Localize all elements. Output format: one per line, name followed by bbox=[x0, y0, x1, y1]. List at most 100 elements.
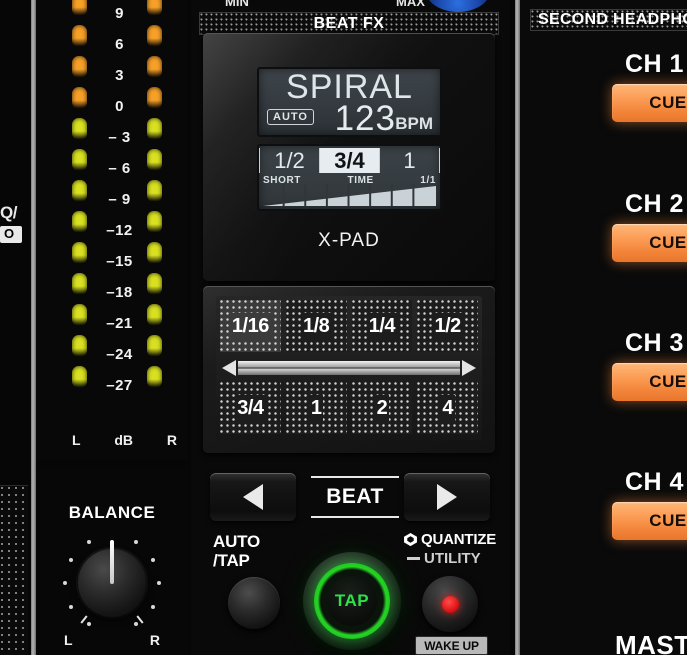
meter-segment bbox=[72, 0, 87, 16]
meter-segment bbox=[147, 273, 162, 295]
cue-button-label: CUE bbox=[649, 93, 687, 112]
cue-button-ch1[interactable]: CUE bbox=[612, 84, 687, 122]
x-pad-button[interactable]: 1/4 bbox=[351, 300, 413, 352]
x-pad-button[interactable]: 1/16 bbox=[220, 300, 281, 352]
quantize-row: QUANTIZE bbox=[403, 531, 496, 548]
second-headphones-header: SECOND HEADPHONES bbox=[530, 9, 687, 31]
level-meter-left bbox=[72, 0, 87, 397]
tempo-control-section: AUTO /TAP TAP QUANTIZE UTILITY WAKE UP bbox=[207, 528, 497, 655]
tap-button-housing[interactable]: TAP bbox=[303, 552, 401, 650]
bpm-value: 123 bbox=[334, 99, 396, 138]
dj-mixer-panel: Q/ O 9 6 3 0 – 3 – 6 – 9 –12 –15 –18 –21 –24 –27 L d… bbox=[0, 0, 687, 655]
balance-scale-dot bbox=[86, 540, 91, 545]
wake-up-label: WAKE UP bbox=[424, 638, 479, 653]
knob-min-label: MIN bbox=[225, 0, 249, 9]
x-pad-surface[interactable]: 1/16 1/8 1/4 1/2 3/4 1 2 4 bbox=[216, 296, 482, 440]
beat-decrement-button[interactable] bbox=[210, 473, 296, 521]
x-pad-button-label: 1/16 bbox=[229, 313, 271, 339]
x-pad-button[interactable]: 2 bbox=[351, 382, 413, 434]
balance-knob-area[interactable] bbox=[61, 532, 163, 634]
fx-level-knob[interactable] bbox=[425, 0, 491, 12]
balance-section: BALANCE L R bbox=[36, 470, 188, 655]
meter-segment bbox=[72, 211, 87, 233]
meter-segment bbox=[147, 366, 162, 388]
balance-end-tick bbox=[136, 615, 144, 624]
meter-segment bbox=[147, 335, 162, 357]
channel-title: CH 1 bbox=[625, 50, 684, 78]
meter-segment bbox=[147, 0, 162, 16]
meter-segment bbox=[147, 211, 162, 233]
meter-legend-left: L bbox=[72, 432, 81, 448]
meter-segment bbox=[147, 304, 162, 326]
meter-segment bbox=[72, 366, 87, 388]
meter-legend-db: dB bbox=[114, 432, 134, 448]
auto-tap-line1: AUTO bbox=[213, 532, 261, 551]
quantize-utility-button[interactable] bbox=[422, 576, 478, 632]
auto-badge: AUTO bbox=[267, 109, 314, 125]
balance-scale-dot bbox=[133, 540, 138, 545]
fx-lcd-time: 1/2 3/4 1 SHORT TIME 1/1 bbox=[257, 144, 442, 211]
utility-row: UTILITY bbox=[407, 550, 481, 567]
meter-segment bbox=[147, 149, 162, 171]
x-pad-row-bottom[interactable]: 3/4 1 2 4 bbox=[220, 382, 478, 434]
time-cell-selected[interactable]: 3/4 bbox=[320, 148, 380, 173]
balance-scale-dot bbox=[69, 557, 74, 562]
balance-scale-dot bbox=[150, 557, 155, 562]
balance-knob[interactable] bbox=[78, 540, 146, 617]
level-meter-db-scale: 9 6 3 0 – 3 – 6 – 9 –12 –15 –18 –21 –24 –27 bbox=[92, 0, 147, 401]
meter-segment bbox=[72, 25, 87, 47]
meter-scale-label: –21 bbox=[106, 315, 133, 332]
cue-button-ch2[interactable]: CUE bbox=[612, 224, 687, 262]
x-pad-button-label: 1/8 bbox=[300, 313, 332, 339]
meter-segment bbox=[147, 87, 162, 109]
meter-scale-label: 0 bbox=[115, 98, 124, 115]
second-headphones-header-label: SECOND HEADPHONES bbox=[538, 11, 687, 28]
meter-segment bbox=[72, 335, 87, 357]
level-meter-right bbox=[147, 0, 162, 397]
channel-title: CH 2 bbox=[625, 190, 684, 218]
balance-label-right: R bbox=[149, 632, 160, 648]
x-pad-row-top[interactable]: 1/16 1/8 1/4 1/2 bbox=[220, 300, 478, 352]
beat-increment-button[interactable] bbox=[404, 473, 490, 521]
x-pad-button[interactable]: 1/8 bbox=[285, 300, 347, 352]
time-cell[interactable]: 1/2 bbox=[259, 148, 320, 173]
x-pad-button-label: 1 bbox=[308, 395, 324, 421]
time-cell[interactable]: 1 bbox=[380, 148, 440, 173]
level-meter-section: 9 6 3 0 – 3 – 6 – 9 –12 –15 –18 –21 –24 –27 L dB R bbox=[36, 0, 188, 460]
meter-scale-label: –12 bbox=[106, 222, 133, 239]
utility-dash-icon bbox=[407, 557, 420, 560]
meter-segment bbox=[72, 87, 87, 109]
x-pad-button[interactable]: 1/2 bbox=[417, 300, 478, 352]
fx-lcd-main: SPIRAL AUTO 123 BPM bbox=[257, 67, 442, 138]
time-selector-row[interactable]: 1/2 3/4 1 bbox=[259, 148, 440, 173]
beat-fx-header-label: BEAT FX bbox=[313, 14, 385, 32]
channel-title: CH 3 bbox=[625, 329, 684, 357]
meter-scale-label: –27 bbox=[106, 377, 133, 394]
cue-button-ch4[interactable]: CUE bbox=[612, 502, 687, 540]
meter-segment bbox=[72, 242, 87, 264]
level-meter-legend: L dB R bbox=[72, 432, 177, 448]
triangle-left-icon bbox=[243, 484, 263, 510]
auto-tap-button[interactable] bbox=[228, 577, 280, 629]
eq-iso-partial-label: Q/ bbox=[0, 203, 17, 222]
x-pad-slider[interactable] bbox=[220, 357, 478, 379]
x-pad-button-label: 4 bbox=[440, 395, 455, 421]
x-pad-button-label: 1/2 bbox=[432, 313, 463, 339]
meter-scale-label: – 6 bbox=[108, 160, 131, 177]
x-pad-button[interactable]: 3/4 bbox=[220, 382, 281, 434]
x-pad-button[interactable]: 4 bbox=[417, 382, 478, 434]
cue-button-label: CUE bbox=[649, 511, 687, 530]
balance-range-labels: L R bbox=[64, 632, 160, 648]
meter-scale-label: – 9 bbox=[108, 191, 131, 208]
beat-control-row: BEAT bbox=[207, 473, 493, 521]
fx-display-housing: SPIRAL AUTO 123 BPM 1/2 3/4 1 SHORT TIME 1… bbox=[203, 33, 495, 281]
meter-segment bbox=[147, 180, 162, 202]
tap-button-face[interactable]: TAP bbox=[327, 576, 377, 626]
meter-segment bbox=[72, 149, 87, 171]
cue-button-ch3[interactable]: CUE bbox=[612, 363, 687, 401]
meter-segment bbox=[147, 56, 162, 78]
meter-segment bbox=[72, 304, 87, 326]
utility-label: UTILITY bbox=[424, 550, 481, 567]
x-pad-button[interactable]: 1 bbox=[285, 382, 347, 434]
quantize-hex-icon bbox=[404, 532, 417, 547]
